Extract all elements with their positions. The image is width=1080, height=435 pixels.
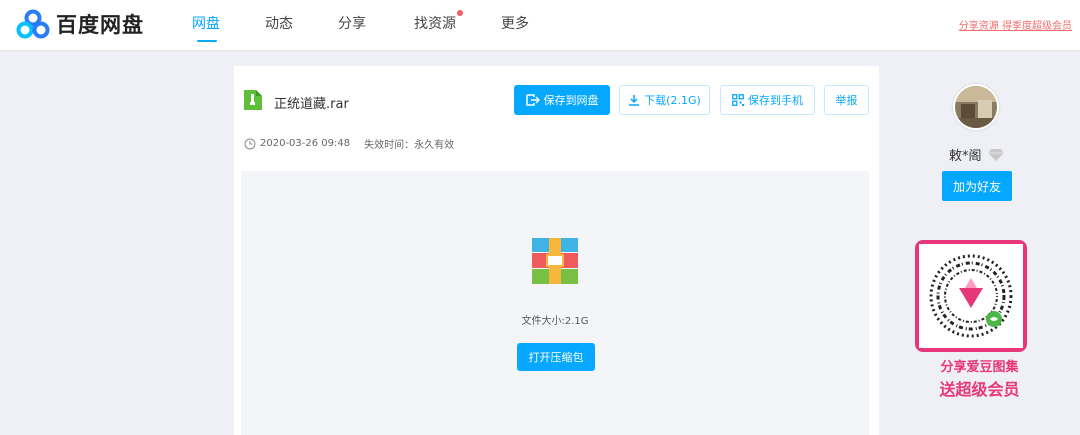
button-label: 举报 bbox=[835, 94, 858, 107]
save-to-phone-button[interactable]: 保存到手机 bbox=[720, 85, 815, 115]
nav-item-more[interactable]: 更多 bbox=[501, 13, 529, 33]
button-label: 保存到网盘 bbox=[543, 94, 599, 107]
download-button[interactable]: 下载(2.1G) bbox=[619, 85, 710, 115]
app-name: 百度网盘 bbox=[56, 13, 144, 37]
rar-archive-icon bbox=[532, 238, 578, 284]
nav-item-label: 更多 bbox=[501, 16, 529, 32]
button-label: 打开压缩包 bbox=[528, 351, 584, 364]
button-label: 保存到手机 bbox=[748, 94, 803, 107]
sharer-panel: 敕*阁 加为好友 分享爱豆图集 送超级会员 bbox=[879, 60, 1080, 435]
button-label: 加为好友 bbox=[952, 179, 1001, 194]
nav-item-netdisk[interactable]: 网盘 bbox=[192, 13, 220, 42]
file-meta: 2020-03-26 09:48 失效时间：永久有效 bbox=[244, 136, 454, 151]
share-promo-link[interactable]: 分享资源 得季度超级会员 bbox=[959, 17, 1072, 32]
nav-item-share[interactable]: 分享 bbox=[338, 13, 366, 33]
promo-qr-code[interactable] bbox=[915, 240, 1027, 352]
avatar-image bbox=[955, 86, 997, 128]
qr-code-icon bbox=[732, 94, 744, 106]
add-friend-button[interactable]: 加为好友 bbox=[942, 171, 1012, 201]
save-to-netdisk-button[interactable]: 保存到网盘 bbox=[514, 85, 610, 115]
file-share-card: 正统道藏.rar 保存到网盘 下载(2.1G) 保存到手机 举报 2020-03… bbox=[234, 66, 879, 435]
active-tab-indicator bbox=[197, 40, 217, 42]
diamond-icon bbox=[987, 148, 1004, 161]
report-button[interactable]: 举报 bbox=[824, 85, 869, 115]
nav-item-label: 网盘 bbox=[192, 16, 220, 32]
expiry-text: 失效时间：永久有效 bbox=[364, 140, 455, 151]
baidu-netdisk-logo[interactable]: 百度网盘 bbox=[16, 9, 144, 39]
sharer-name-text: 敕*阁 bbox=[949, 149, 982, 164]
cloud-logo-icon bbox=[16, 9, 50, 39]
nav-item-label: 动态 bbox=[265, 16, 293, 32]
promo-line-1: 分享爱豆图集 bbox=[940, 360, 1019, 375]
notification-dot bbox=[457, 10, 463, 16]
mini-program-qr-icon bbox=[919, 244, 1023, 348]
top-bar: 百度网盘 网盘 动态 分享 找资源 更多 分享资源 得季度超级会员 bbox=[0, 0, 1080, 50]
save-icon bbox=[525, 94, 540, 106]
nav-item-find-resources[interactable]: 找资源 bbox=[414, 10, 463, 33]
share-date: 2020-03-26 09:48 bbox=[260, 138, 351, 149]
avatar[interactable] bbox=[953, 84, 999, 130]
open-archive-button[interactable]: 打开压缩包 bbox=[517, 343, 595, 371]
download-icon bbox=[628, 94, 640, 106]
nav-item-label: 分享 bbox=[338, 16, 366, 32]
button-label: 下载(2.1G) bbox=[644, 94, 701, 107]
archive-file-icon bbox=[244, 90, 262, 110]
file-size-text: 文件大小:2.1G bbox=[521, 316, 589, 327]
file-preview-area: 文件大小:2.1G 打开压缩包 bbox=[241, 171, 869, 435]
nav-item-feed[interactable]: 动态 bbox=[265, 13, 293, 33]
promo-line-2: 送超级会员 bbox=[939, 380, 1020, 399]
file-name: 正统道藏.rar bbox=[274, 97, 349, 112]
clock-icon bbox=[244, 138, 256, 149]
sharer-name: 敕*阁 bbox=[949, 145, 1004, 164]
nav-item-label: 找资源 bbox=[414, 16, 456, 32]
